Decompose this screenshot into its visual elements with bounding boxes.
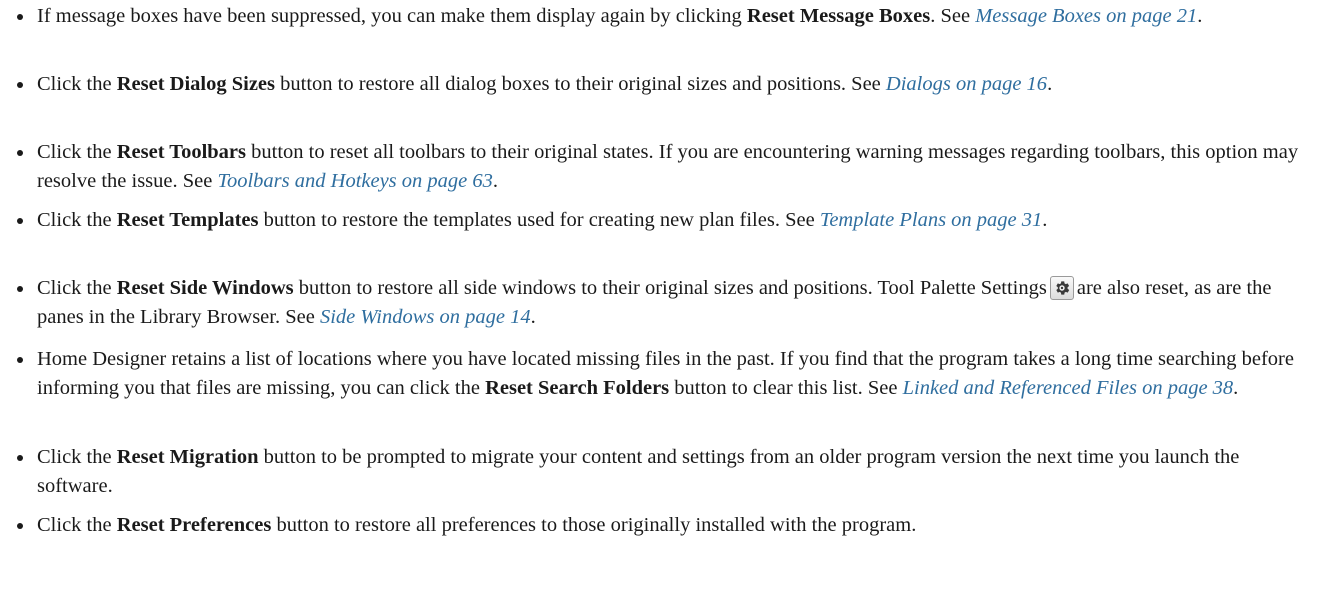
bullet-icon — [17, 286, 23, 292]
list-item-reset-search-folders: Home Designer retains a list of location… — [17, 345, 1317, 403]
bullet-icon — [17, 523, 23, 529]
list-item-reset-message-boxes: If message boxes have been suppressed, y… — [17, 2, 1317, 31]
bullet-icon — [17, 357, 23, 363]
list-item-reset-toolbars: Click the Reset Toolbars button to reset… — [17, 138, 1317, 196]
bullet-icon — [17, 14, 23, 20]
gear-icon — [1056, 281, 1070, 295]
list-item-text: Click the Reset Migration button to be p… — [37, 443, 1317, 501]
item-text: If message boxes have been suppressed, y… — [37, 5, 747, 27]
template-plans-link[interactable]: Template Plans on page 31 — [820, 209, 1042, 231]
item-text: Click the — [37, 514, 117, 536]
item-text: button to restore all dialog boxes to th… — [275, 73, 886, 95]
list-item-reset-templates: Click the Reset Templates button to rest… — [17, 206, 1317, 235]
list-item-text: Home Designer retains a list of location… — [37, 345, 1317, 403]
item-text: Click the — [37, 141, 117, 163]
item-text: . — [1197, 5, 1203, 27]
item-text: button to restore all preferences to tho… — [271, 514, 917, 536]
toolbars-and-hotkeys-link[interactable]: Toolbars and Hotkeys on page 63 — [217, 170, 492, 192]
bullet-icon — [17, 150, 23, 156]
list-item-reset-preferences: Click the Reset Preferences button to re… — [17, 511, 1317, 540]
item-text: Click the — [37, 209, 117, 231]
item-text: Click the — [37, 277, 117, 299]
item-text: . — [530, 306, 536, 328]
item-text: button to restore the templates used for… — [258, 209, 820, 231]
bullet-icon — [17, 82, 23, 88]
list-item-text: If message boxes have been suppressed, y… — [37, 2, 1317, 31]
side-windows-link[interactable]: Side Windows on page 14 — [320, 306, 531, 328]
bullet-icon — [17, 455, 23, 461]
list-item-reset-dialog-sizes: Click the Reset Dialog Sizes button to r… — [17, 70, 1317, 99]
list-item-reset-side-windows: Click the Reset Side Windows button to r… — [17, 274, 1317, 332]
bullet-icon — [17, 218, 23, 224]
reset-dialog-sizes-label: Reset Dialog Sizes — [116, 73, 275, 95]
reset-message-boxes-label: Reset Message Boxes — [746, 5, 931, 27]
item-text: button to restore all side windows to th… — [293, 277, 1047, 299]
list-item-text: Click the Reset Dialog Sizes button to r… — [37, 70, 1317, 99]
reset-side-windows-label: Reset Side Windows — [116, 277, 294, 299]
message-boxes-link[interactable]: Message Boxes on page 21 — [975, 5, 1197, 27]
item-text: . See — [930, 5, 976, 27]
document-page: If message boxes have been suppressed, y… — [0, 0, 1335, 616]
list-item-text: Click the Reset Side Windows button to r… — [37, 274, 1317, 332]
dialogs-link[interactable]: Dialogs on page 16 — [886, 73, 1047, 95]
reset-migration-label: Reset Migration — [116, 446, 259, 468]
list-item-text: Click the Reset Toolbars button to reset… — [37, 138, 1317, 196]
item-text: . — [1233, 377, 1239, 399]
reset-toolbars-label: Reset Toolbars — [116, 141, 246, 163]
reset-search-folders-label: Reset Search Folders — [485, 377, 670, 399]
list-item-text: Click the Reset Preferences button to re… — [37, 511, 1317, 540]
item-text: . — [1047, 73, 1053, 95]
item-text: . — [492, 170, 499, 192]
linked-and-referenced-files-link[interactable]: Linked and Referenced Files on page 38 — [903, 377, 1234, 399]
reset-preferences-label: Reset Preferences — [116, 514, 272, 536]
list-item-text: Click the Reset Templates button to rest… — [37, 206, 1317, 235]
tool-palette-settings-button — [1049, 276, 1074, 300]
item-text: button to clear this list. See — [669, 377, 903, 399]
reset-templates-label: Reset Templates — [116, 209, 259, 231]
item-text: . — [1042, 209, 1048, 231]
item-text: Click the — [37, 446, 117, 468]
list-item-reset-migration: Click the Reset Migration button to be p… — [17, 443, 1317, 501]
item-text: Click the — [37, 73, 117, 95]
